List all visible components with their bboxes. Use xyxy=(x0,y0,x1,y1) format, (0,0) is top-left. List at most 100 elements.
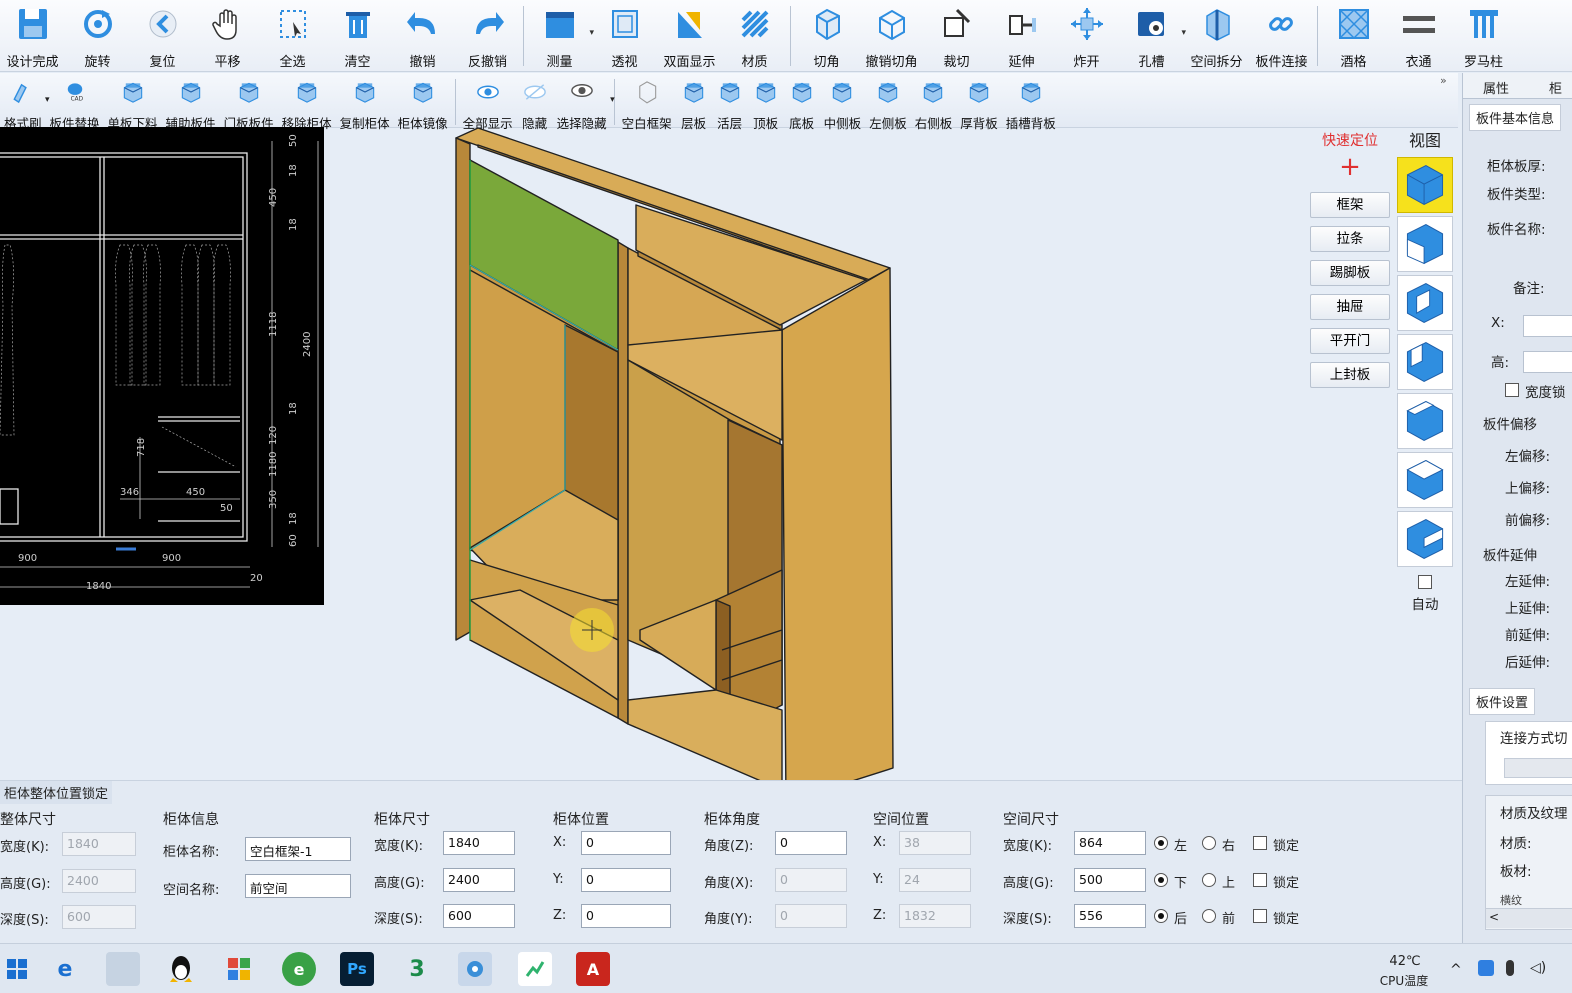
radio-down[interactable] xyxy=(1154,873,1168,887)
toolbar-btn-save[interactable]: 设计完成 xyxy=(0,0,65,70)
qq-icon[interactable] xyxy=(164,952,198,986)
toolbar-btn-reset[interactable]: 复位 xyxy=(130,0,195,70)
cabinet-height-input[interactable]: 2400 xyxy=(443,868,515,892)
toolbar2-btn-blank-frame[interactable]: 空白框架 xyxy=(618,73,676,131)
toolbar2-btn-top-panel[interactable]: 顶板 xyxy=(748,73,784,131)
toolbar2-btn-select-hide[interactable]: 选择隐藏 ▾ xyxy=(553,73,615,131)
toolbar-btn-material[interactable]: 材质 xyxy=(722,0,787,70)
cabinet-depth-input[interactable]: 600 xyxy=(443,904,515,928)
lock-height-checkbox[interactable] xyxy=(1253,873,1267,887)
toolbar-btn-hanging-rod[interactable]: 衣通 xyxy=(1386,0,1451,70)
toolbar2-btn-movable-shelf[interactable]: 活层 xyxy=(712,73,748,131)
pos-x-input[interactable]: 0 xyxy=(581,831,671,855)
view-btn-4[interactable] xyxy=(1397,393,1453,449)
add-plus-icon[interactable]: + xyxy=(1304,150,1396,184)
tray-app-icon[interactable] xyxy=(1478,960,1494,976)
3d-viewport[interactable] xyxy=(330,127,1458,803)
cabinet-name-input[interactable]: 空白框架-1 xyxy=(245,837,351,861)
toolbar-btn-cut[interactable]: 裁切 xyxy=(924,0,989,70)
input-x[interactable] xyxy=(1523,315,1572,337)
toolbar2-btn-eye[interactable]: 全部显示 xyxy=(459,73,517,131)
toolbar2-btn-eye-hidden[interactable]: 隐藏 xyxy=(517,73,553,131)
cad-drawing-panel[interactable]: 50 18 450 18 1118 2400 18 718 1180 120 3… xyxy=(0,127,324,605)
ie-browser-icon[interactable]: e xyxy=(48,952,82,986)
toolbar-btn-double-side[interactable]: 双面显示 xyxy=(657,0,722,70)
toolbar2-btn-left-side[interactable]: 左侧板 xyxy=(865,73,911,131)
toolbar2-btn-mirror-cabinet[interactable]: 柜体镜像 xyxy=(394,73,452,131)
lock-width-checkbox[interactable] xyxy=(1253,836,1267,850)
view-btn-5[interactable] xyxy=(1397,452,1453,508)
input-height[interactable] xyxy=(1523,351,1572,373)
view-btn-0[interactable] xyxy=(1397,157,1453,213)
toolbar-btn-hand[interactable]: 平移 xyxy=(195,0,260,70)
app-tiles-icon[interactable] xyxy=(222,952,256,986)
toolbar-btn-wine-rack[interactable]: 酒格 xyxy=(1321,0,1386,70)
horizontal-scrollbar[interactable]: < xyxy=(1486,908,1572,928)
pos-z-input[interactable]: 0 xyxy=(581,904,671,928)
tray-chevron-up-icon[interactable]: ^ xyxy=(1450,962,1462,978)
view-btn-6[interactable] xyxy=(1397,511,1453,567)
ssize-height-input[interactable]: 500 xyxy=(1074,868,1146,892)
toolbar-btn-trash[interactable]: 清空 xyxy=(325,0,390,70)
connect-mode-label[interactable]: 连接方式切 xyxy=(1500,727,1568,747)
radio-back[interactable] xyxy=(1154,909,1168,923)
microphone-icon[interactable] xyxy=(1506,960,1514,976)
quick-btn-top-seal[interactable]: 上封板 xyxy=(1310,362,1390,388)
photoshop-icon[interactable]: Ps xyxy=(340,952,374,986)
toolbar2-btn-format-brush[interactable]: 格式刷 ▾ xyxy=(0,73,50,131)
quick-btn-kickboard[interactable]: 踢脚板 xyxy=(1310,260,1390,286)
file-manager-icon[interactable] xyxy=(106,952,140,986)
view-btn-2[interactable] xyxy=(1397,275,1453,331)
toolbar2-btn-shelf[interactable]: 层板 xyxy=(676,73,712,131)
toolbar-btn-hole-slot[interactable]: 孔槽 ▾ xyxy=(1119,0,1186,70)
toolbar2-btn-single-board[interactable]: 单板下料 xyxy=(104,73,162,131)
windows-start-icon[interactable] xyxy=(0,952,34,986)
wardrobe-3d-model[interactable] xyxy=(330,127,1458,803)
pos-y-input[interactable]: 0 xyxy=(581,868,671,892)
toolbar-expand-icon[interactable]: » xyxy=(1440,74,1447,87)
angle-z-input[interactable]: 0 xyxy=(775,831,847,855)
toolbar-btn-redo[interactable]: 反撤销 xyxy=(455,0,520,70)
toolbar2-btn-copy-cabinet[interactable]: 复制柜体 xyxy=(336,73,394,131)
view-btn-3[interactable] xyxy=(1397,334,1453,390)
toolbar-btn-measure[interactable]: 测量 ▾ xyxy=(527,0,594,70)
dropdown-caret-icon[interactable]: ▾ xyxy=(610,95,615,105)
3d-app-icon[interactable]: 3 xyxy=(400,952,434,986)
view-btn-1[interactable] xyxy=(1397,216,1453,272)
quick-btn-hinged-door[interactable]: 平开门 xyxy=(1310,328,1390,354)
width-lock-checkbox[interactable] xyxy=(1505,383,1519,397)
position-lock-title[interactable]: 柜体整体位置锁定 xyxy=(0,781,113,804)
toolbar-btn-chamfer[interactable]: 切角 xyxy=(794,0,859,70)
space-name-input[interactable]: 前空间 xyxy=(245,874,351,898)
toolbar-btn-roman-column[interactable]: 罗马柱 xyxy=(1451,0,1516,70)
quick-btn-drawer[interactable]: 抽屉 xyxy=(1310,294,1390,320)
toolbar-btn-extend[interactable]: 延伸 xyxy=(989,0,1054,70)
cabinet-width-input[interactable]: 1840 xyxy=(443,831,515,855)
tab-properties[interactable]: 属性 xyxy=(1463,73,1543,98)
toolbar2-btn-panel-replace[interactable]: CAD 板件替换 xyxy=(46,73,104,131)
scroll-left-icon[interactable]: < xyxy=(1489,910,1499,924)
quick-btn-frame[interactable]: 框架 xyxy=(1310,192,1390,218)
toolbar-btn-panel-connect[interactable]: 板件连接 xyxy=(1249,0,1314,70)
toolbar2-btn-aux-panel[interactable]: 辅助板件 xyxy=(162,73,220,131)
ssize-depth-input[interactable]: 556 xyxy=(1074,904,1146,928)
toolbar-btn-rotate[interactable]: 旋转 xyxy=(65,0,130,70)
toolbar2-btn-slot-back[interactable]: 插槽背板 xyxy=(1002,73,1060,131)
lock-depth-checkbox[interactable] xyxy=(1253,909,1267,923)
toolbar2-btn-middle-side[interactable]: 中侧板 xyxy=(820,73,866,131)
auto-checkbox[interactable] xyxy=(1418,575,1432,589)
active-design-app-icon[interactable] xyxy=(458,952,492,986)
toolbar2-btn-thick-back[interactable]: 厚背板 xyxy=(956,73,1002,131)
quick-btn-brace[interactable]: 拉条 xyxy=(1310,226,1390,252)
toolbar-btn-undo-chamfer[interactable]: 撤销切角 xyxy=(859,0,924,70)
toolbar2-btn-door-panel[interactable]: 门板板件 xyxy=(220,73,278,131)
speaker-icon[interactable]: ◁) xyxy=(1530,960,1546,976)
toolbar2-btn-bottom-panel[interactable]: 底板 xyxy=(784,73,820,131)
toolbar-btn-undo[interactable]: 撤销 xyxy=(390,0,455,70)
toolbar-btn-perspective[interactable]: 透视 xyxy=(592,0,657,70)
toolbar-btn-explode[interactable]: 炸开 xyxy=(1054,0,1119,70)
toolbar-btn-space-split[interactable]: 空间拆分 xyxy=(1184,0,1249,70)
toolbar2-btn-remove-cabinet[interactable]: 移除柜体 xyxy=(278,73,336,131)
radio-left[interactable] xyxy=(1154,836,1168,850)
toolbar2-btn-right-side[interactable]: 右侧板 xyxy=(911,73,957,131)
